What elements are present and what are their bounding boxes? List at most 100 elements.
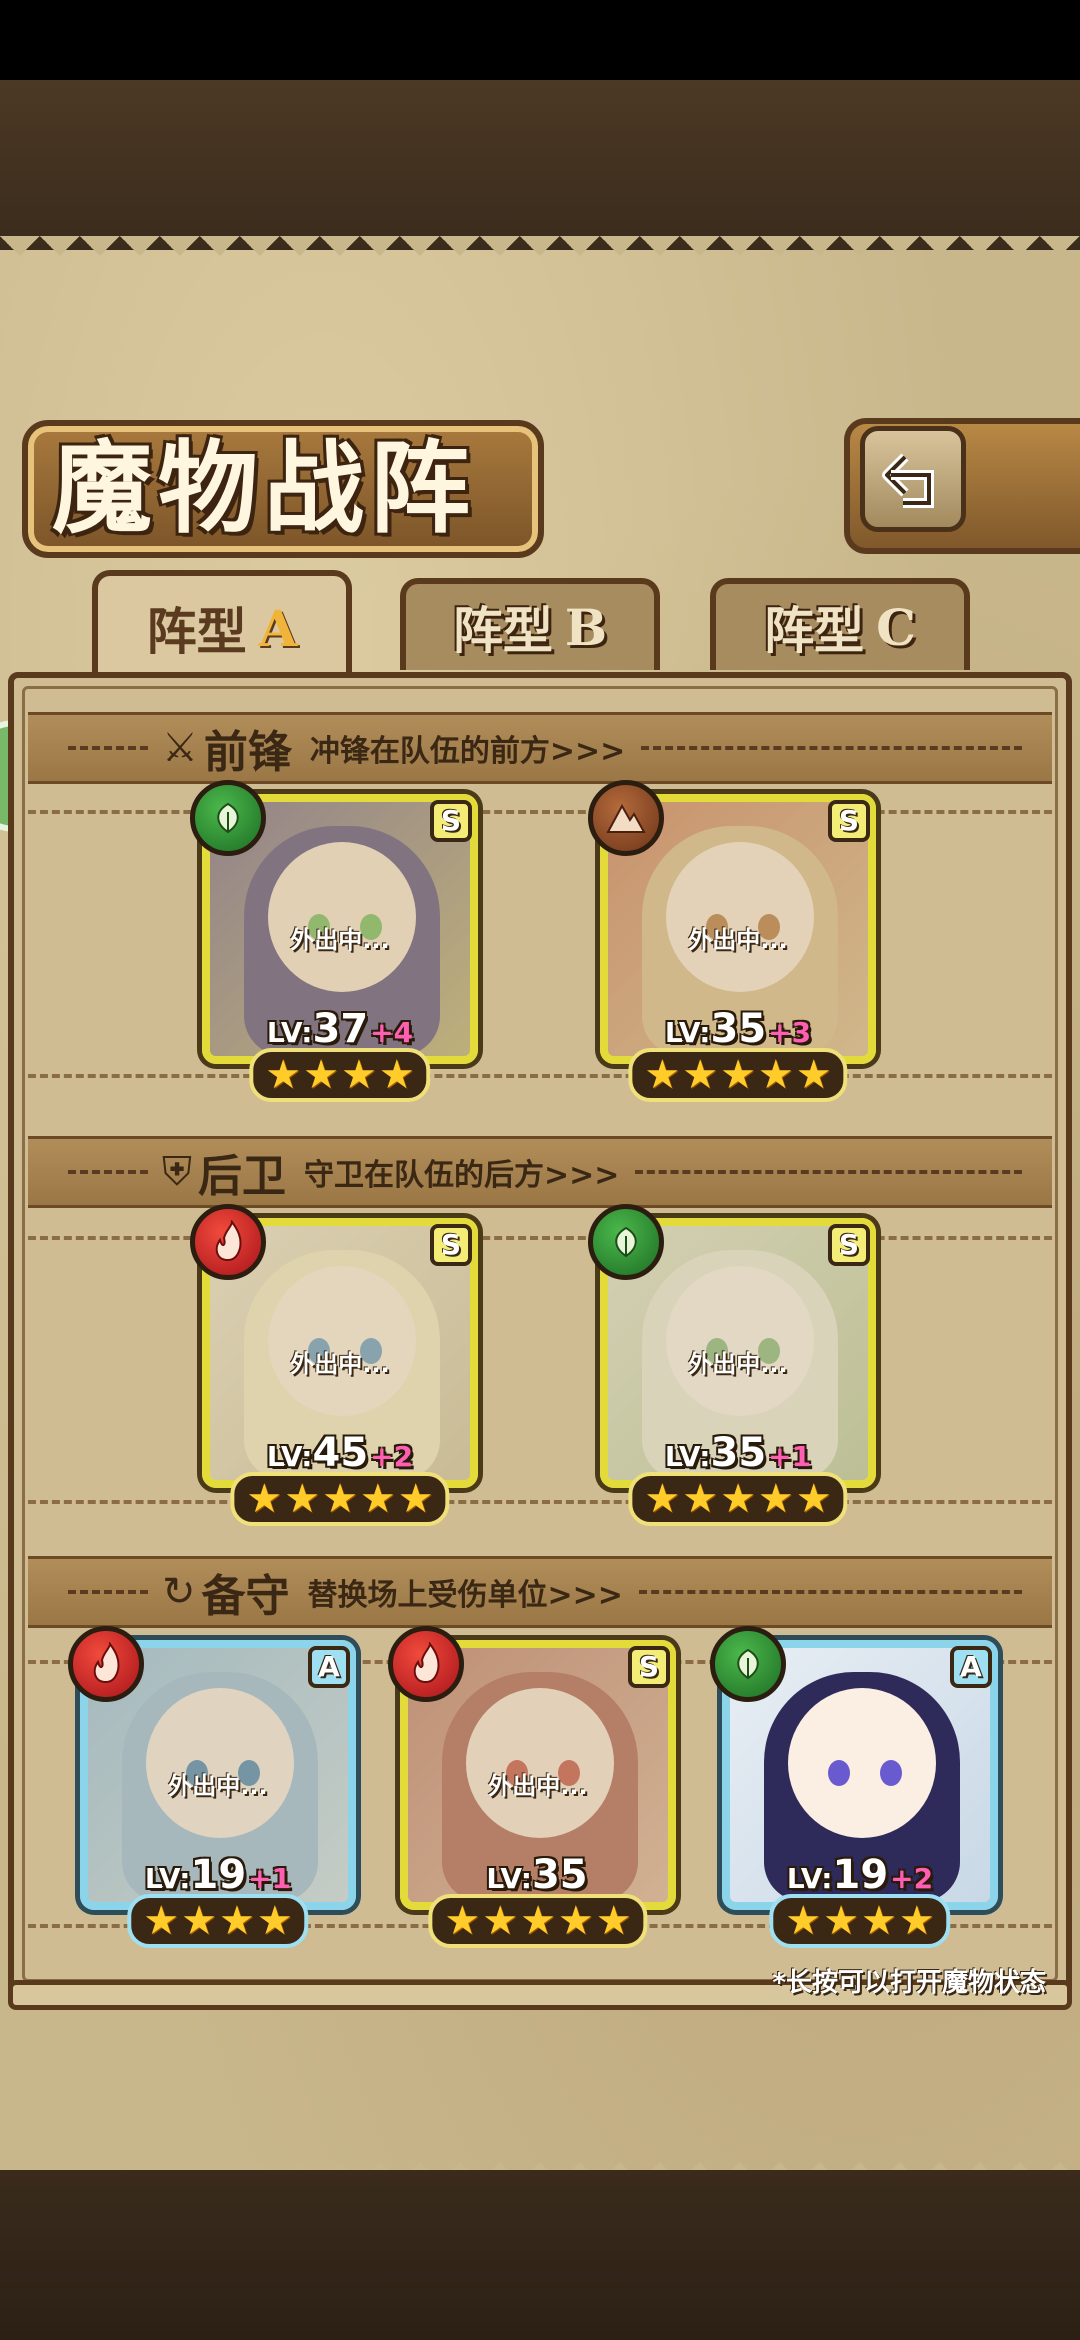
star-icon: ★ (181, 1898, 217, 1944)
star-icon: ★ (823, 1898, 859, 1944)
level-bonus: +1 (768, 1440, 812, 1473)
level-label: LV:35+3 (608, 1006, 868, 1052)
star-icon: ★ (682, 1476, 719, 1522)
star-icon: ★ (644, 1476, 681, 1522)
rarity-badge: S (828, 800, 870, 842)
star-icon: ★ (359, 1476, 396, 1522)
level-prefix: LV: (266, 1016, 313, 1049)
tab-formation-c[interactable]: 阵型 C (710, 578, 970, 670)
level-label: LV:35+1 (608, 1430, 868, 1476)
rarity-badge: A (950, 1646, 992, 1688)
monster-card[interactable]: 外出中... LV:37+4 S ★ ★ ★ ★ (190, 780, 478, 1102)
level-prefix: LV: (266, 1440, 313, 1473)
return-icon (882, 453, 934, 508)
status-text: 外出中... (290, 1350, 390, 1378)
tab-formation-b[interactable]: 阵型 B (400, 578, 660, 670)
star-rating: ★ ★ ★ ★ (249, 1048, 431, 1102)
shield-icon: ⛨ (162, 1149, 192, 1195)
divider (641, 746, 1022, 750)
level-value: 35 (710, 1430, 767, 1476)
monster-card[interactable]: LV:19+2 A ★ ★ ★ ★ (710, 1626, 998, 1948)
star-icon: ★ (785, 1898, 822, 1944)
hint-text: *长按可以打开魔物状态 (772, 1968, 1046, 1998)
rarity-badge: A (308, 1646, 350, 1688)
tab-letter: A (258, 598, 298, 658)
monster-card[interactable]: 外出中... LV:35+3 S ★ ★ ★ ★ ★ (588, 780, 876, 1102)
leaf-icon (710, 1626, 786, 1702)
star-icon: ★ (757, 1052, 794, 1098)
star-icon: ★ (378, 1052, 415, 1098)
star-icon: ★ (682, 1052, 719, 1098)
level-bonus: +3 (768, 1016, 812, 1049)
star-icon: ★ (444, 1898, 481, 1944)
level-value: 45 (312, 1430, 369, 1476)
back-button[interactable] (860, 426, 966, 532)
section-title: 备守 (201, 1571, 290, 1622)
level-value: 37 (312, 1006, 369, 1052)
section-title: 前锋 (203, 727, 292, 778)
star-icon: ★ (143, 1898, 180, 1944)
swap-icon: ↻ (162, 1569, 196, 1615)
star-rating: ★ ★ ★ ★ (127, 1894, 309, 1948)
level-prefix: LV: (144, 1862, 191, 1895)
section-title: 后卫 (198, 1151, 286, 1202)
torn-edge-top (0, 236, 1080, 276)
section-header-back: ⛨ 后卫 守卫在队伍的后方>>> (28, 1136, 1052, 1208)
level-label: LV:19+2 (730, 1852, 990, 1898)
level-label: LV:37+4 (210, 1006, 470, 1052)
level-label: LV:19+1 (88, 1852, 348, 1898)
level-label: LV:35 (408, 1852, 668, 1898)
star-rating: ★ ★ ★ ★ ★ (628, 1472, 848, 1526)
star-icon: ★ (482, 1898, 519, 1944)
level-value: 19 (190, 1852, 247, 1898)
level-prefix: LV: (486, 1862, 532, 1895)
monster-card[interactable]: 外出中... LV:45+2 S ★ ★ ★ ★ ★ (190, 1204, 478, 1526)
divider (68, 746, 148, 750)
level-bonus: +2 (890, 1862, 934, 1895)
section-description: 冲锋在队伍的前方>>> (309, 734, 626, 769)
star-rating: ★ ★ ★ ★ ★ (428, 1894, 648, 1948)
star-icon: ★ (795, 1476, 832, 1522)
star-icon: ★ (595, 1898, 632, 1944)
status-text: 外出中... (290, 926, 390, 954)
background-top (0, 80, 1080, 250)
star-icon: ★ (720, 1476, 756, 1522)
monster-card[interactable]: 外出中... LV:35+1 S ★ ★ ★ ★ ★ (588, 1204, 876, 1526)
fire-icon (388, 1626, 464, 1702)
level-value: 35 (531, 1852, 588, 1898)
star-icon: ★ (898, 1898, 935, 1944)
tab-formation-a[interactable]: 阵型 A (92, 570, 352, 680)
level-label: LV:45+2 (210, 1430, 470, 1476)
divider (635, 1170, 1022, 1174)
rarity-badge: S (430, 1224, 472, 1266)
portrait-eye (828, 1760, 850, 1786)
star-icon: ★ (219, 1898, 255, 1944)
star-icon: ★ (265, 1052, 302, 1098)
star-rating: ★ ★ ★ ★ ★ (230, 1472, 450, 1526)
status-text: 外出中... (488, 1772, 588, 1800)
monster-card[interactable]: 外出中... LV:19+1 A ★ ★ ★ ★ (68, 1626, 356, 1948)
monster-card[interactable]: 外出中... LV:35 S ★ ★ ★ ★ ★ (388, 1626, 676, 1948)
background-bottom (0, 2170, 1080, 2340)
level-prefix: LV: (664, 1016, 711, 1049)
tab-letter: C (876, 597, 916, 657)
level-bonus: +1 (248, 1862, 292, 1895)
level-bonus: +2 (370, 1440, 414, 1473)
rarity-badge: S (430, 800, 472, 842)
front-row-lane (28, 810, 1052, 1078)
tab-label: 阵型 (146, 602, 247, 661)
portrait-eye (880, 1760, 902, 1786)
divider (68, 1590, 148, 1594)
star-icon: ★ (303, 1052, 339, 1098)
level-value: 35 (710, 1006, 767, 1052)
section-header-reserve: ↻ 备守 替换场上受伤单位>>> (28, 1556, 1052, 1628)
star-icon: ★ (246, 1476, 283, 1522)
tab-letter: B (564, 597, 608, 657)
level-prefix: LV: (786, 1862, 833, 1895)
leaf-icon (190, 780, 266, 856)
star-icon: ★ (256, 1898, 293, 1944)
tab-label: 阵型 (764, 601, 865, 660)
star-icon: ★ (284, 1476, 321, 1522)
level-value: 19 (832, 1852, 889, 1898)
star-icon: ★ (520, 1898, 556, 1944)
